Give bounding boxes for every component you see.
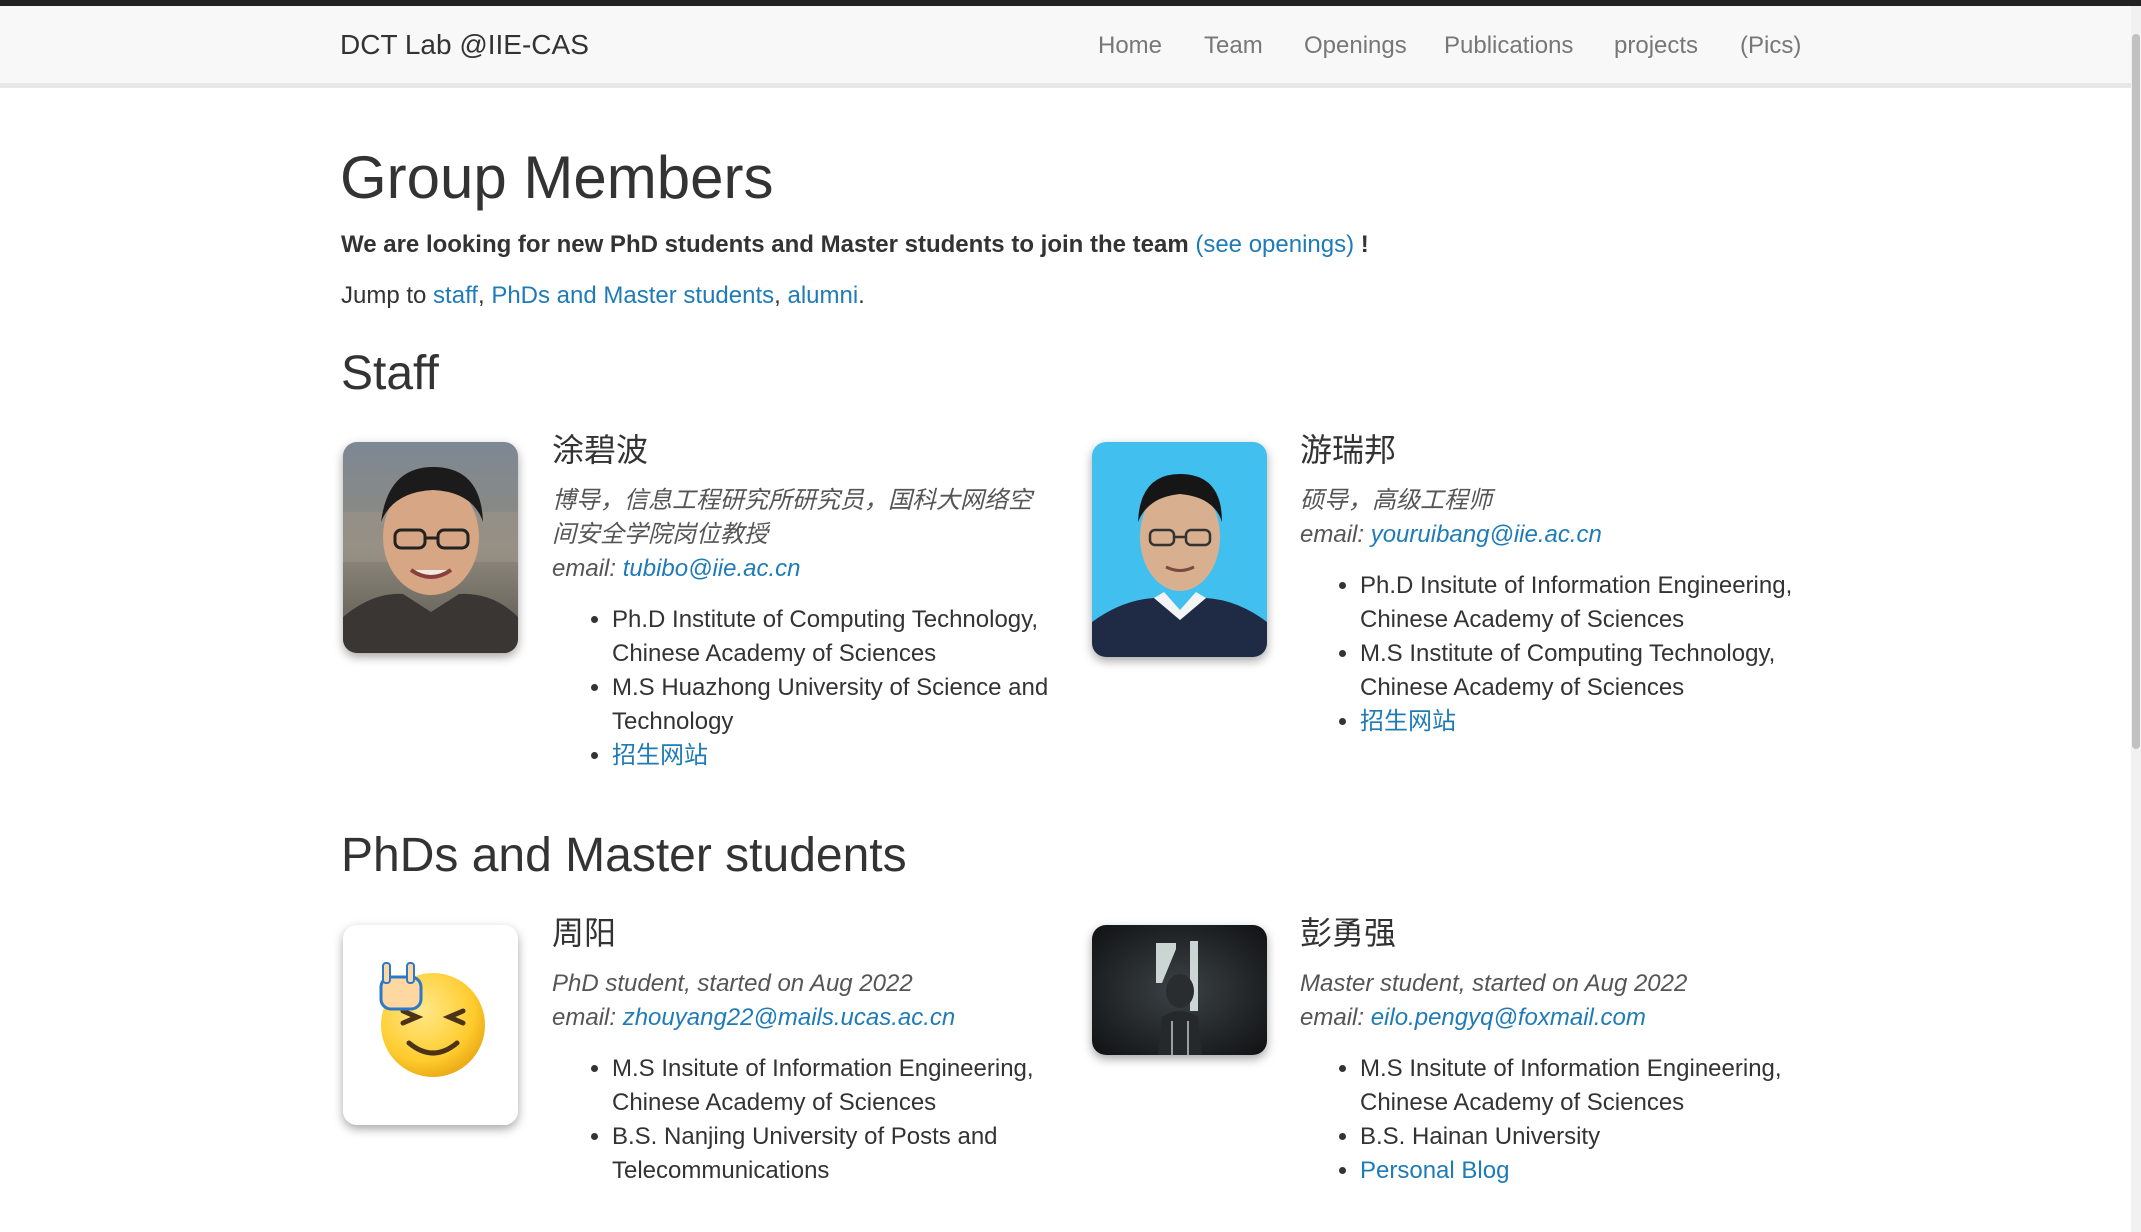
portrait-image (343, 442, 518, 653)
jump-separator: , (774, 282, 781, 309)
jump-students-link[interactable]: PhDs and Master students (491, 282, 774, 309)
member-email-line: email: zhouyang22@mails.ucas.ac.cn (552, 1001, 955, 1035)
portrait-image (1092, 925, 1267, 1055)
list-item: M.S Insitute of Information Engineering,… (1360, 1052, 1830, 1120)
list-item: 招生网站 (612, 739, 1082, 773)
member-email-link[interactable]: zhouyang22@mails.ucas.ac.cn (623, 1004, 956, 1031)
nav-pics[interactable]: (Pics) (1740, 30, 1801, 62)
nav-openings[interactable]: Openings (1304, 30, 1407, 62)
emoji-avatar-icon (343, 925, 518, 1125)
member-email-link[interactable]: youruibang@iie.ac.cn (1371, 521, 1602, 548)
member-role: 博导，信息工程研究所研究员，国科大网络空间安全学院岗位教授 (552, 487, 1032, 548)
staff-heading: Staff (341, 347, 439, 400)
list-item: 招生网站 (1360, 705, 1830, 739)
email-label: email: (1300, 521, 1365, 548)
navbar: DCT Lab @IIE-CAS Home Team Openings Publ… (0, 6, 2141, 88)
member-name: 游瑞邦 (1300, 432, 1397, 468)
member-name: 周阳 (552, 915, 617, 951)
member-email-line: email: eilo.pengyq@foxmail.com (1300, 1001, 1646, 1035)
member-credentials: Ph.D Institute of Computing Technology, … (552, 603, 1082, 773)
member-name: 涂碧波 (552, 432, 649, 468)
email-label: email: (552, 555, 617, 582)
scrollbar-thumb[interactable] (2132, 34, 2140, 749)
see-openings-link[interactable]: (see openings) (1195, 231, 1354, 258)
member-photo-youruibang (1092, 442, 1267, 657)
nav-projects[interactable]: projects (1614, 30, 1698, 62)
recruiting-text: We are looking for new PhD students and … (341, 231, 1189, 258)
list-item: Ph.D Insitute of Information Engineering… (1360, 569, 1830, 637)
recruiting-notice: We are looking for new PhD students and … (341, 228, 1369, 262)
list-item: B.S. Hainan University (1360, 1120, 1830, 1154)
member-credentials: Ph.D Insitute of Information Engineering… (1300, 569, 1830, 739)
member-email-link[interactable]: eilo.pengyq@foxmail.com (1371, 1004, 1646, 1031)
member-role: Master student, started on Aug 2022 (1300, 970, 1688, 997)
vertical-scrollbar[interactable] (2131, 6, 2141, 1232)
jump-prefix: Jump to (341, 282, 427, 309)
admissions-link[interactable]: 招生网站 (612, 742, 708, 769)
list-item: M.S Institute of Computing Technology, C… (1360, 637, 1830, 705)
admissions-link[interactable]: 招生网站 (1360, 708, 1456, 735)
nav-publications[interactable]: Publications (1444, 30, 1573, 62)
jump-links: Jump to staff, PhDs and Master students,… (341, 279, 865, 313)
list-item: Personal Blog (1360, 1154, 1830, 1188)
nav-home[interactable]: Home (1098, 30, 1162, 62)
member-credentials: M.S Insitute of Information Engineering,… (1300, 1052, 1830, 1188)
member-credentials: M.S Insitute of Information Engineering,… (552, 1052, 1082, 1188)
member-photo-pengyongqiang (1092, 925, 1267, 1055)
list-item: B.S. Nanjing University of Posts and Tel… (612, 1120, 1082, 1188)
email-label: email: (552, 1004, 617, 1031)
member-name: 彭勇强 (1300, 915, 1397, 951)
jump-alumni-link[interactable]: alumni (787, 282, 858, 309)
member-role: PhD student, started on Aug 2022 (552, 970, 913, 997)
member-photo-tubibo (343, 442, 518, 653)
list-item: M.S Insitute of Information Engineering,… (612, 1052, 1082, 1120)
jump-separator: , (477, 282, 485, 309)
personal-blog-link[interactable]: Personal Blog (1360, 1157, 1509, 1184)
students-heading: PhDs and Master students (341, 829, 907, 882)
portrait-image (1092, 442, 1267, 657)
member-role: 硕导，高级工程师 (1300, 487, 1492, 514)
member-photo-zhouyang (343, 925, 518, 1125)
list-item: Ph.D Institute of Computing Technology, … (612, 603, 1082, 671)
jump-end: . (858, 282, 865, 309)
member-email-line: email: youruibang@iie.ac.cn (1300, 518, 1602, 552)
member-email-line: email: tubibo@iie.ac.cn (552, 552, 801, 586)
member-email-link[interactable]: tubibo@iie.ac.cn (623, 555, 801, 582)
page-title: Group Members (340, 144, 774, 211)
email-label: email: (1300, 1004, 1365, 1031)
jump-staff-link[interactable]: staff (433, 282, 478, 309)
nav-team[interactable]: Team (1204, 30, 1263, 62)
recruiting-exclaim: ! (1360, 231, 1369, 258)
brand-link[interactable]: DCT Lab @IIE-CAS (340, 28, 589, 62)
list-item: M.S Huazhong University of Science and T… (612, 671, 1082, 739)
